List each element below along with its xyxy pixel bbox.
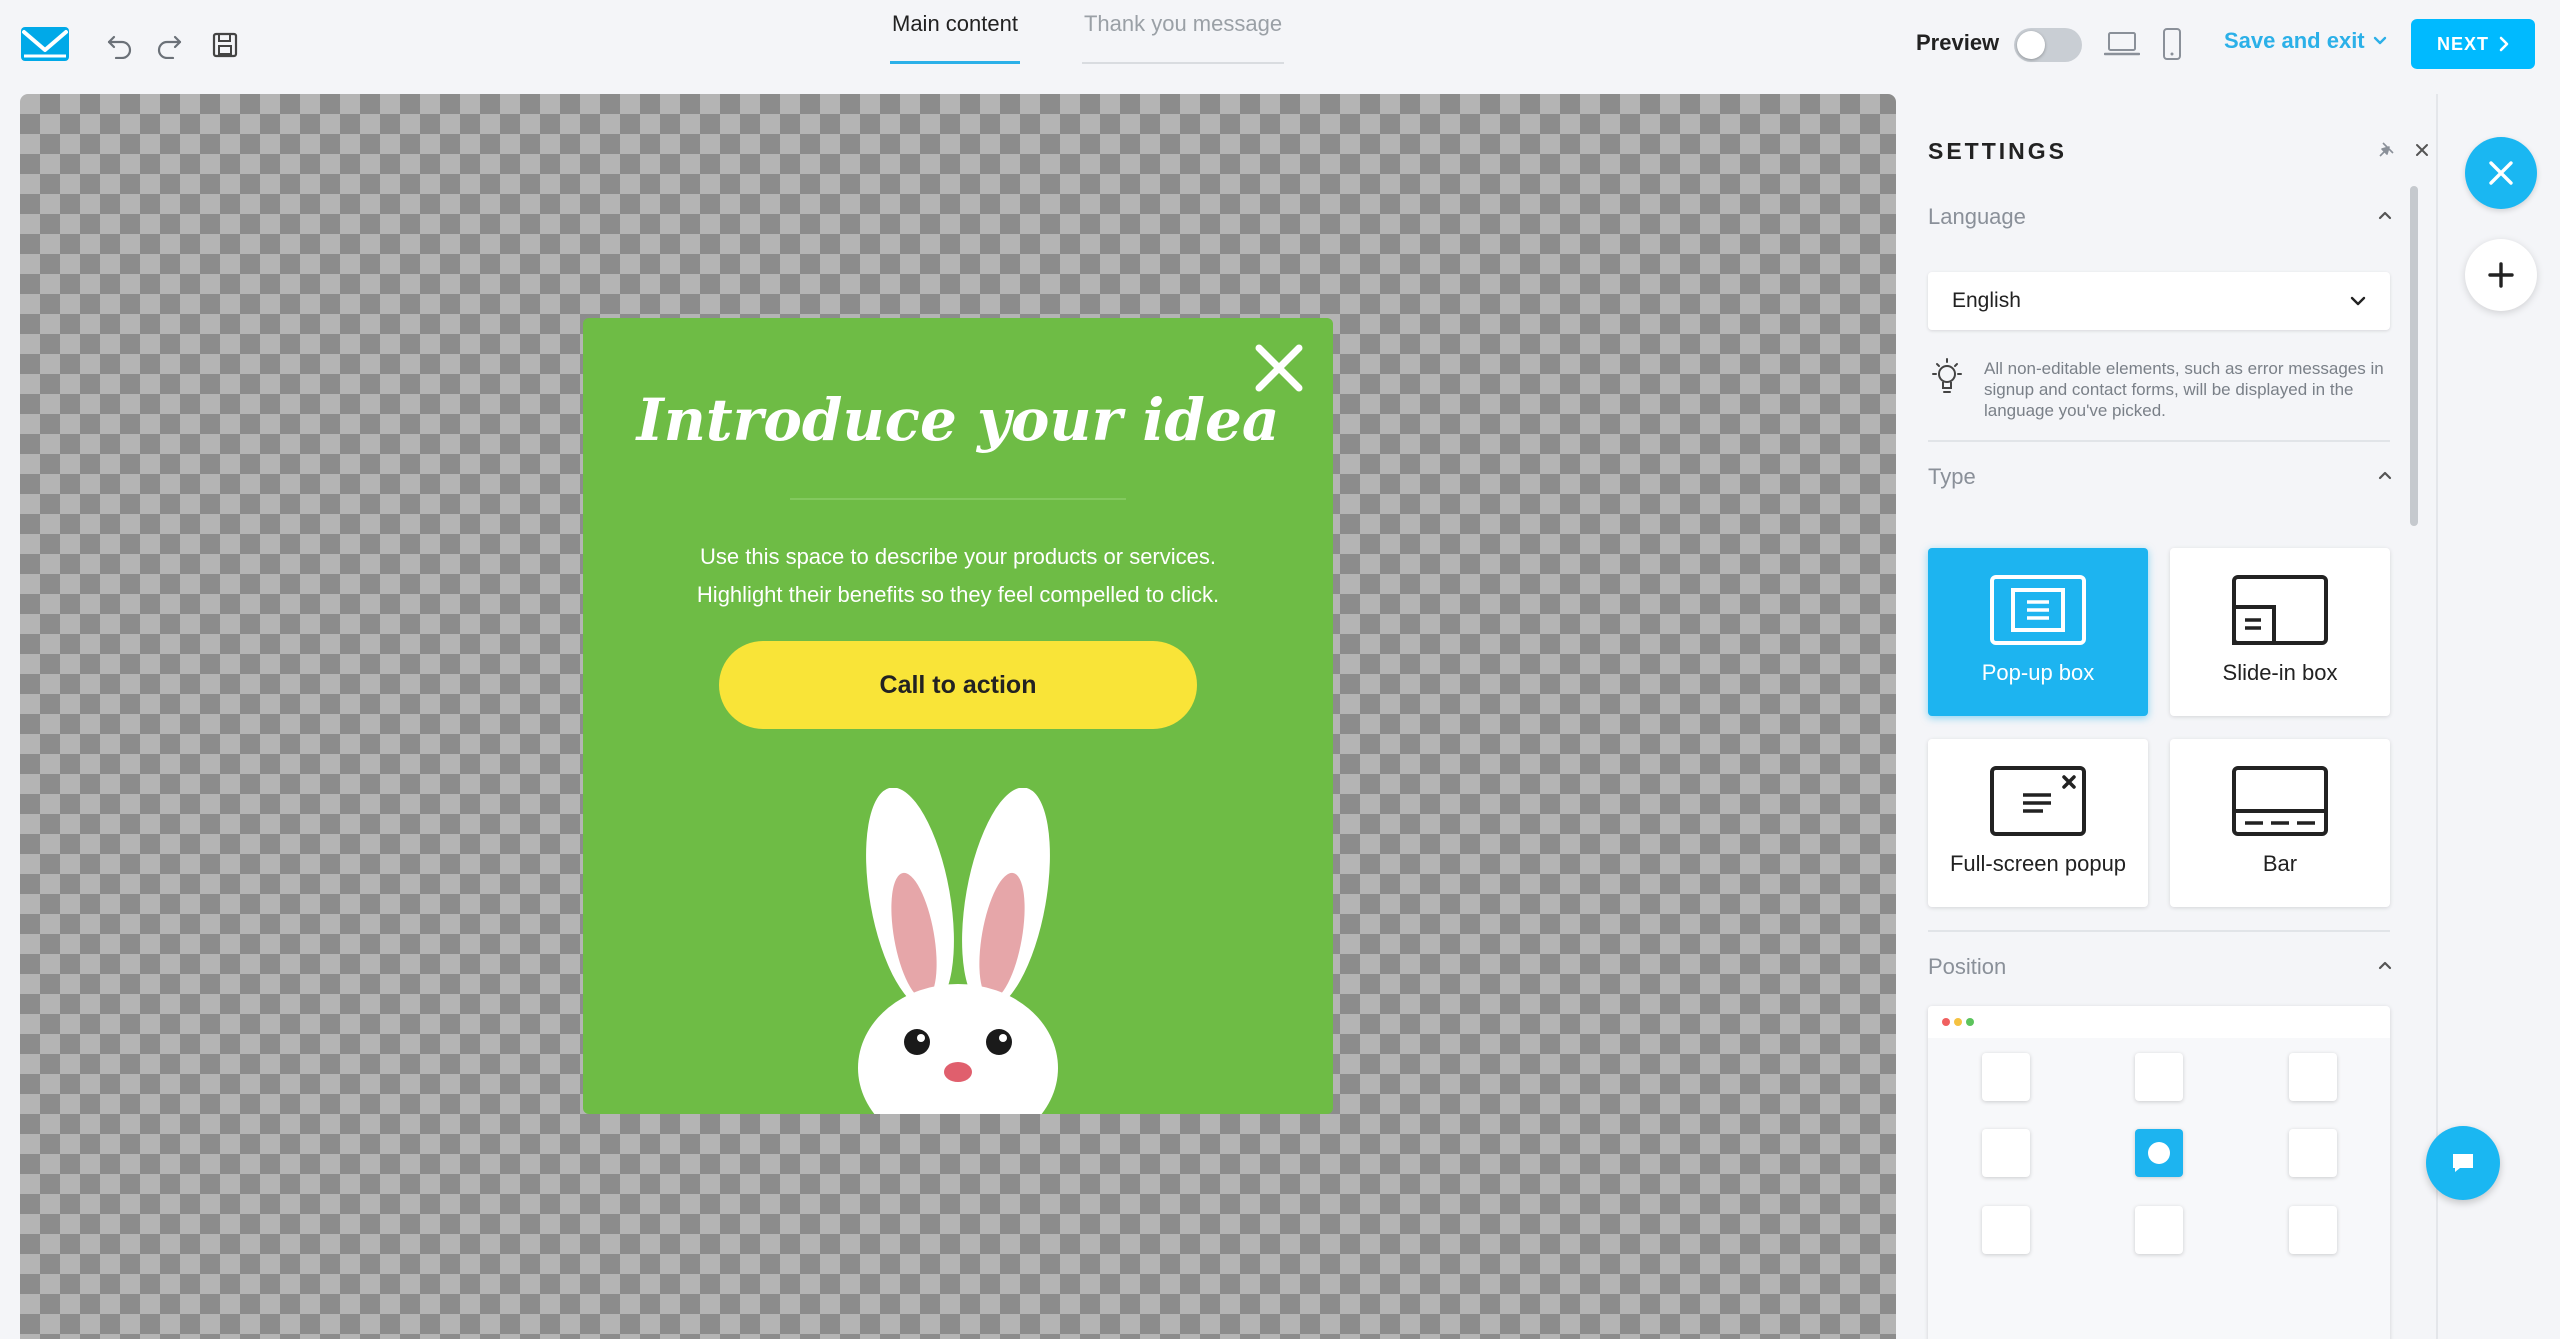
chevron-down-icon <box>2373 36 2386 45</box>
editor-tabs: Main content Thank you message <box>890 0 1346 64</box>
chevron-up-icon[interactable] <box>2374 464 2396 486</box>
settings-scrollbar[interactable] <box>2410 186 2418 526</box>
undo-icon[interactable] <box>103 28 137 62</box>
settings-panel: SETTINGS Language English All non-editab… <box>1904 94 2438 1339</box>
chat-support-button[interactable] <box>2426 1126 2500 1200</box>
type-option-label: Full-screen popup <box>1949 851 2127 876</box>
full-screen-popup-icon <box>1990 766 2086 836</box>
popup-description-line-2: Highlight their benefits so they feel co… <box>696 582 1220 607</box>
desktop-device-icon[interactable] <box>2104 26 2140 62</box>
mobile-device-icon[interactable] <box>2162 26 2182 62</box>
type-option-label: Pop-up box <box>1981 660 2095 685</box>
close-icon <box>2489 161 2513 185</box>
browser-window-header <box>1928 1006 2390 1038</box>
chevron-up-icon[interactable] <box>2374 954 2396 976</box>
type-option-label: Slide-in box <box>2222 660 2338 685</box>
preview-label: Preview <box>1916 30 2000 55</box>
chevron-up-icon[interactable] <box>2374 204 2396 226</box>
position-top-center[interactable] <box>2135 1053 2183 1101</box>
slide-in-box-icon <box>2232 575 2328 645</box>
chevron-right-icon <box>2499 36 2509 52</box>
add-element-button[interactable] <box>2465 239 2537 311</box>
popup-box-icon <box>1990 575 2086 645</box>
position-top-right[interactable] <box>2289 1053 2337 1101</box>
popup-divider <box>790 498 1126 500</box>
popup-preview[interactable]: Introduce your idea Use this space to de… <box>583 318 1333 1114</box>
save-and-exit-label: Save and exit <box>2224 28 2365 53</box>
position-middle-center[interactable] <box>2135 1129 2183 1177</box>
redo-icon[interactable] <box>152 28 186 62</box>
position-middle-right[interactable] <box>2289 1129 2337 1177</box>
position-bottom-center[interactable] <box>2135 1206 2183 1254</box>
chevron-down-icon <box>2350 296 2366 306</box>
type-option-full-screen-popup[interactable]: Full-screen popup <box>1928 739 2148 907</box>
save-and-exit-button[interactable]: Save and exit <box>2224 28 2387 54</box>
popup-title[interactable]: Introduce your idea <box>583 386 1333 454</box>
tab-main-content[interactable]: Main content <box>890 0 1020 64</box>
editor-canvas[interactable]: Introduce your idea Use this space to de… <box>20 94 1896 1339</box>
section-divider <box>1928 440 2390 442</box>
type-option-popup-box[interactable]: Pop-up box <box>1928 548 2148 716</box>
position-middle-left[interactable] <box>1982 1129 2030 1177</box>
chat-bubble-icon <box>2453 1154 2473 1172</box>
type-option-slide-in-box[interactable]: Slide-in box <box>2170 548 2390 716</box>
tab-thank-you-message[interactable]: Thank you message <box>1081 0 1285 64</box>
close-panel-icon[interactable] <box>2410 138 2434 162</box>
next-button[interactable]: NEXT <box>2411 19 2535 69</box>
language-selected-value: English <box>1952 289 2021 312</box>
save-disk-icon[interactable] <box>208 28 242 62</box>
position-grid <box>1928 1006 2390 1339</box>
bar-icon <box>2232 766 2328 836</box>
pin-icon[interactable] <box>2374 138 2398 162</box>
settings-title: SETTINGS <box>1928 138 2068 164</box>
language-select[interactable]: English <box>1928 272 2390 330</box>
close-settings-button[interactable] <box>2465 137 2537 209</box>
window-dot-green <box>1966 1018 1974 1026</box>
plus-icon <box>2488 262 2514 288</box>
popup-description-line-1: Use this space to describe your products… <box>699 544 1216 569</box>
bunny-illustration[interactable] <box>848 788 1068 1114</box>
type-section-label: Type <box>1928 464 1976 489</box>
toggle-knob <box>2017 31 2045 59</box>
section-divider <box>1928 930 2390 932</box>
type-option-label: Bar <box>2262 851 2298 876</box>
lightbulb-icon <box>1932 358 1962 393</box>
language-section-label: Language <box>1928 204 2026 229</box>
call-to-action-button[interactable]: Call to action <box>719 641 1197 729</box>
position-bottom-right[interactable] <box>2289 1206 2337 1254</box>
preview-toggle[interactable] <box>2014 28 2082 62</box>
type-option-bar[interactable]: Bar <box>2170 739 2390 907</box>
position-top-left[interactable] <box>1982 1053 2030 1101</box>
logo-envelope-icon[interactable] <box>20 26 70 62</box>
language-hint-text: All non-editable elements, such as error… <box>1984 359 2384 420</box>
top-bar: Main content Thank you message Preview S… <box>0 0 2560 90</box>
position-section-label: Position <box>1928 954 2007 979</box>
popup-description[interactable]: Use this space to describe your products… <box>583 538 1333 614</box>
window-dot-yellow <box>1954 1018 1962 1026</box>
window-dot-red <box>1942 1018 1950 1026</box>
position-bottom-left[interactable] <box>1982 1206 2030 1254</box>
next-label: NEXT <box>2436 33 2489 54</box>
